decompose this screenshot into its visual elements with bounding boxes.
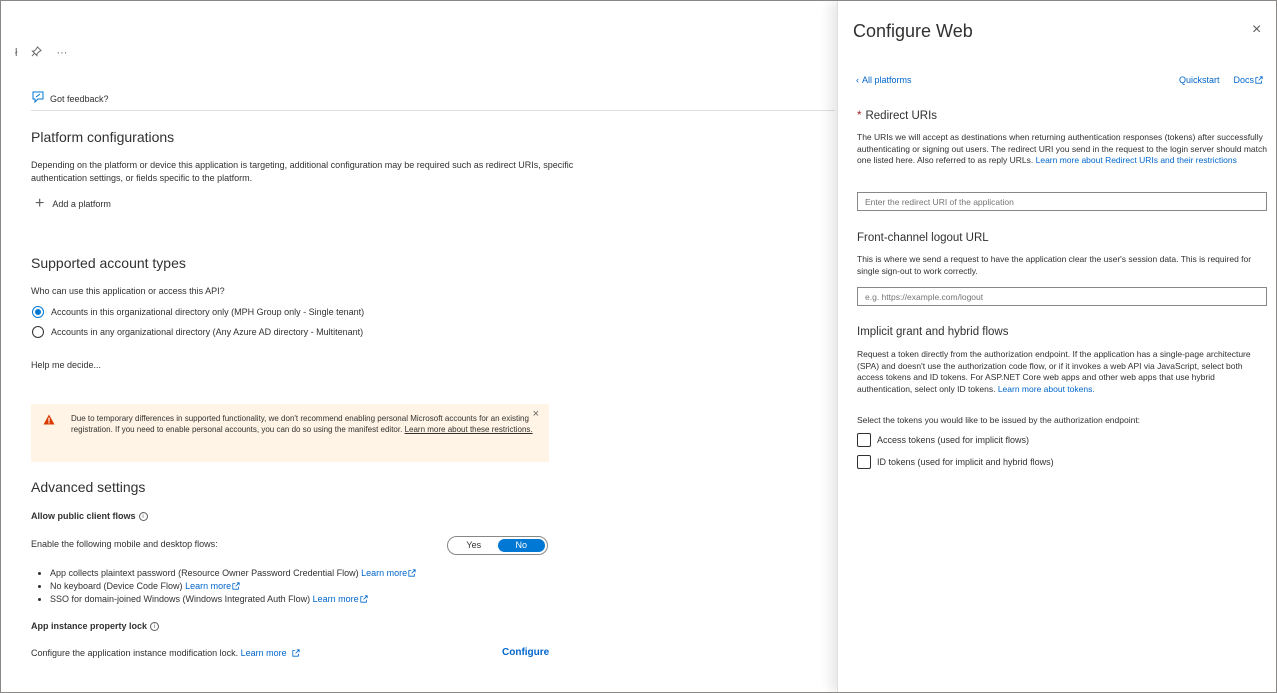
access-tokens-checkbox[interactable] xyxy=(857,433,871,447)
advanced-settings-heading: Advanced settings xyxy=(31,479,146,495)
more-options-icon[interactable]: ··· xyxy=(56,47,67,59)
warning-banner: Due to temporary differences in supporte… xyxy=(31,404,549,462)
learn-more-link[interactable]: Learn more xyxy=(313,594,359,604)
public-client-toggle[interactable]: Yes No xyxy=(447,536,548,555)
access-tokens-checkbox-row[interactable]: Access tokens (used for implicit flows) xyxy=(857,433,1029,447)
blade-toolbar: ł ··· xyxy=(15,45,67,61)
radio-multitenant-label: Accounts in any organizational directory… xyxy=(51,327,364,337)
quickstart-link[interactable]: Quickstart xyxy=(1179,75,1220,85)
implicit-grant-heading: Implicit grant and hybrid flows xyxy=(857,326,1009,338)
toggle-yes[interactable]: Yes xyxy=(450,539,498,552)
implicit-description: Request a token directly from the author… xyxy=(857,349,1267,395)
toggle-no[interactable]: No xyxy=(497,539,545,552)
flow-text: SSO for domain-joined Windows (Windows I… xyxy=(50,594,311,604)
configure-web-panel: Configure Web × ‹ All platforms Quicksta… xyxy=(837,1,1276,692)
list-item: SSO for domain-joined Windows (Windows I… xyxy=(50,593,416,606)
allow-public-client-flows-label: Allow public client flows i xyxy=(31,510,148,523)
id-tokens-label: ID tokens (used for implicit and hybrid … xyxy=(877,457,1054,467)
docs-label: Docs xyxy=(1233,75,1255,85)
redirect-uris-title: Redirect URIs xyxy=(865,110,938,122)
external-link-icon xyxy=(292,649,300,657)
external-link-icon xyxy=(1255,76,1263,84)
learn-more-link[interactable]: Learn more xyxy=(361,568,407,578)
pin-icon[interactable] xyxy=(31,46,43,60)
app-instance-lock-label: App instance property lock i xyxy=(31,620,160,633)
redirect-uris-heading: * Redirect URIs xyxy=(857,110,937,122)
warning-close-icon[interactable]: × xyxy=(533,409,539,420)
lock-label-text: App instance property lock xyxy=(31,621,148,631)
plus-icon: + xyxy=(35,195,45,212)
feedback-icon xyxy=(31,91,45,106)
chevron-left-icon: ‹ xyxy=(856,75,859,85)
id-tokens-checkbox-row[interactable]: ID tokens (used for implicit and hybrid … xyxy=(857,455,1054,469)
external-link-icon xyxy=(360,595,368,603)
lock-text: Configure the application instance modif… xyxy=(31,648,239,658)
help-me-decide-link[interactable]: Help me decide... xyxy=(31,359,101,372)
command-bar: Got feedback? xyxy=(31,87,835,111)
configure-button[interactable]: Configure xyxy=(502,647,549,658)
warning-icon xyxy=(43,414,55,428)
account-question: Who can use this application or access t… xyxy=(31,286,225,296)
external-link-icon xyxy=(408,569,416,577)
public-client-label-text: Allow public client flows xyxy=(31,511,136,521)
warning-learn-more-link[interactable]: Learn more about these restrictions. xyxy=(405,425,533,434)
radio-single-tenant[interactable]: Accounts in this organizational director… xyxy=(32,306,364,318)
list-item: No keyboard (Device Code Flow) Learn mor… xyxy=(50,580,416,593)
got-feedback-button[interactable]: Got feedback? xyxy=(50,94,109,104)
list-item: App collects plaintext password (Resourc… xyxy=(50,567,416,580)
required-marker: * xyxy=(857,110,862,122)
docs-link[interactable]: Docs xyxy=(1234,75,1264,85)
id-tokens-checkbox[interactable] xyxy=(857,455,871,469)
learn-more-link[interactable]: Learn more xyxy=(185,581,231,591)
all-platforms-link[interactable]: ‹ All platforms xyxy=(856,75,912,85)
radio-unselected-icon[interactable] xyxy=(32,326,44,338)
platform-description: Depending on the platform or device this… xyxy=(31,160,574,183)
add-platform-label: Add a platform xyxy=(52,199,111,209)
all-platforms-label: All platforms xyxy=(862,75,912,85)
redirect-uris-description: The URIs we will accept as destinations … xyxy=(857,132,1267,167)
redirect-uri-input[interactable] xyxy=(857,192,1267,211)
panel-header-links: Quickstart Docs xyxy=(1179,75,1263,85)
logout-description: This is where we send a request to have … xyxy=(857,254,1252,276)
logout-url-input[interactable] xyxy=(857,287,1267,306)
learn-more-tokens-link[interactable]: Learn more about tokens. xyxy=(998,384,1095,394)
external-link-icon xyxy=(232,582,240,590)
lock-description: Configure the application instance modif… xyxy=(31,647,300,660)
lock-learn-more-link[interactable]: Learn more xyxy=(241,648,287,658)
platform-configurations-heading: Platform configurations xyxy=(31,129,175,145)
info-icon[interactable]: i xyxy=(138,512,148,521)
radio-single-tenant-label: Accounts in this organizational director… xyxy=(51,307,365,317)
info-icon[interactable]: i xyxy=(150,622,160,631)
radio-selected-icon[interactable] xyxy=(32,306,44,318)
redirect-learn-more-link[interactable]: Learn more about Redirect URIs and their… xyxy=(1036,155,1237,165)
add-platform-button[interactable]: + Add a platform xyxy=(35,195,111,212)
flow-text: No keyboard (Device Code Flow) xyxy=(50,581,183,591)
supported-account-types-heading: Supported account types xyxy=(31,255,186,271)
access-tokens-label: Access tokens (used for implicit flows) xyxy=(877,435,1030,445)
flow-text: App collects plaintext password (Resourc… xyxy=(50,568,359,578)
flows-list: App collects plaintext password (Resourc… xyxy=(50,567,416,606)
authentication-blade: ł ··· Got feedback? Platform configurati… xyxy=(1,1,837,692)
radio-multitenant[interactable]: Accounts in any organizational directory… xyxy=(32,326,363,338)
select-tokens-text: Select the tokens you would like to be i… xyxy=(857,415,1141,425)
close-icon[interactable]: × xyxy=(1252,21,1261,39)
enable-flows-text: Enable the following mobile and desktop … xyxy=(31,539,218,549)
front-channel-logout-heading: Front-channel logout URL xyxy=(857,232,989,244)
panel-title: Configure Web xyxy=(853,21,973,41)
title-fragment: ł xyxy=(15,47,18,59)
app-frame: ł ··· Got feedback? Platform configurati… xyxy=(0,0,1277,693)
